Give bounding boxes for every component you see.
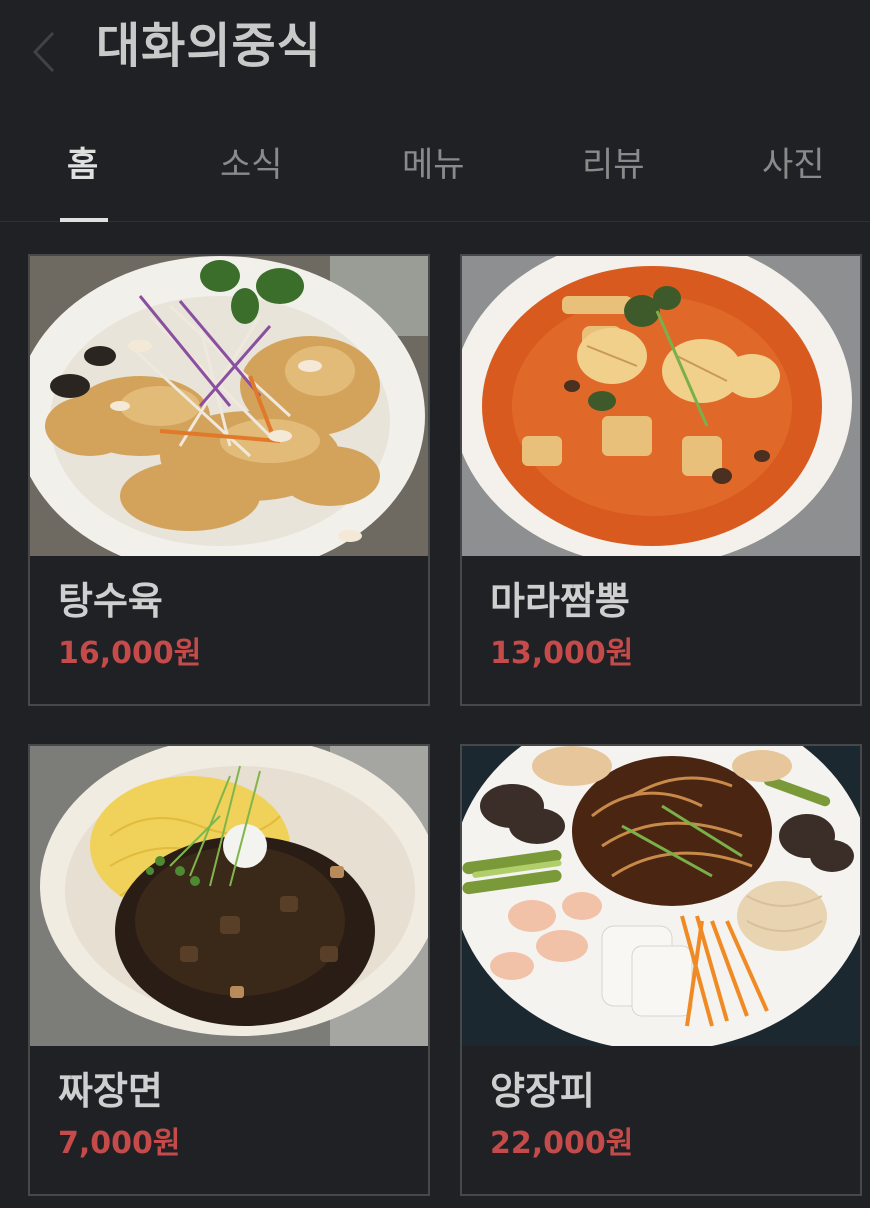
menu-card[interactable]: 탕수육 16,000원 — [28, 254, 430, 706]
menu-card[interactable]: 마라짬뽕 13,000원 — [460, 254, 862, 706]
menu-item-price: 13,000원 — [490, 636, 634, 671]
menu-card[interactable]: 짜장면 7,000원 — [28, 744, 430, 1196]
page-title: 대화의중식 — [96, 18, 322, 74]
menu-item-name: 마라짬뽕 — [490, 579, 630, 623]
menu-item-price: 16,000원 — [58, 636, 202, 671]
sweet-and-sour-pork-photo — [30, 256, 428, 556]
app-header: 대화의중식 — [0, 0, 870, 100]
tab-photos[interactable]: 사진 — [762, 140, 825, 190]
menu-item-price: 7,000원 — [58, 1126, 181, 1161]
menu-item-price: 22,000원 — [490, 1126, 634, 1161]
mala-jjamppong-photo — [462, 256, 860, 556]
menu-item-name: 짜장면 — [58, 1069, 163, 1113]
tab-bar: 홈 소식 메뉴 리뷰 사진 — [0, 124, 870, 222]
tab-reviews[interactable]: 리뷰 — [582, 140, 645, 190]
menu-card[interactable]: 양장피 22,000원 — [460, 744, 862, 1196]
tab-home[interactable]: 홈 — [67, 140, 98, 190]
back-button[interactable] — [26, 28, 62, 76]
menu-item-name: 양장피 — [490, 1069, 595, 1113]
tab-menu[interactable]: 메뉴 — [402, 140, 465, 190]
active-tab-indicator — [60, 218, 108, 222]
tab-news[interactable]: 소식 — [220, 140, 283, 190]
chevron-left-icon — [32, 31, 55, 73]
jjajangmyeon-photo — [30, 746, 428, 1046]
menu-item-name: 탕수육 — [58, 579, 163, 623]
yangjangpi-photo — [462, 746, 860, 1046]
